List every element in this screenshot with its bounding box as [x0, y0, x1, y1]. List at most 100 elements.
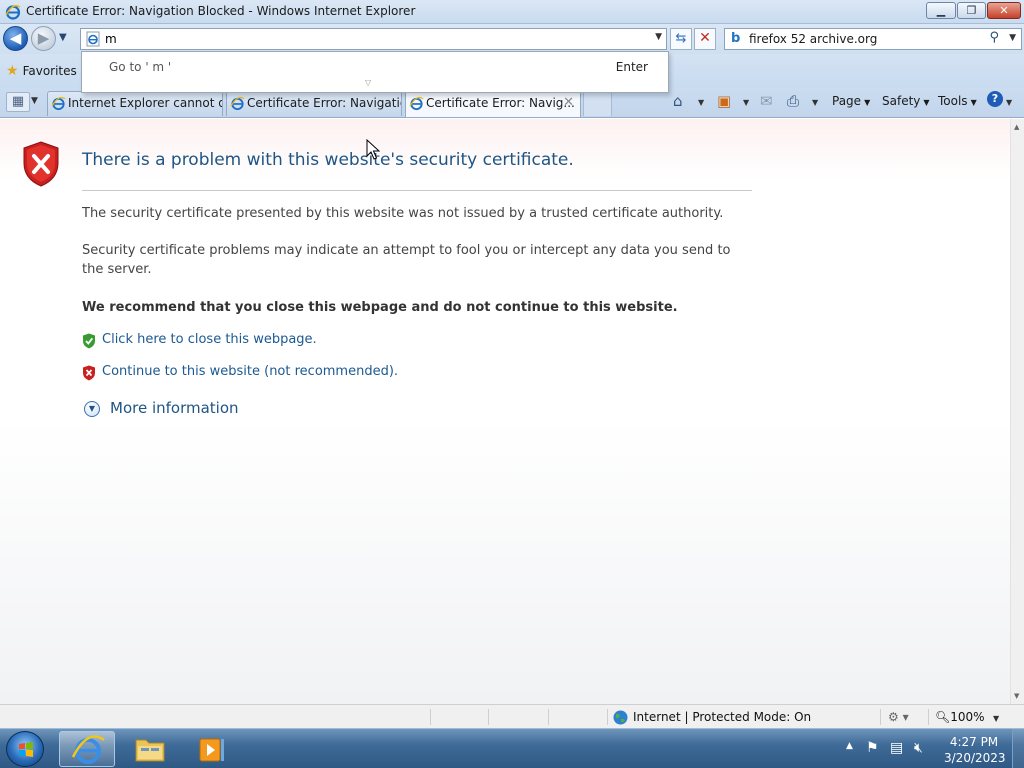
window-title: Certificate Error: Navigation Blocked - …: [26, 4, 416, 18]
network-icon[interactable]: ▤: [890, 740, 903, 756]
taskbar-windows-explorer[interactable]: [122, 731, 178, 767]
compatibility-refresh-button[interactable]: ⇆: [670, 28, 692, 50]
tools-menu-label: Tools: [938, 94, 968, 108]
bing-icon: b: [731, 31, 741, 46]
scroll-down-icon[interactable]: ▼: [1014, 692, 1019, 700]
page-icon: [86, 31, 100, 47]
system-clock[interactable]: 4:27 PM 3/20/2023: [944, 734, 1006, 766]
zoom-level[interactable]: 🔍︎100%: [935, 710, 985, 724]
media-player-icon: [199, 738, 224, 762]
ie-logo-icon: [71, 735, 105, 764]
forward-button[interactable]: ▶: [31, 26, 56, 51]
address-autocomplete: Go to ' m ' Enter ▽: [81, 51, 669, 93]
quick-tabs-icon[interactable]: ▦: [6, 92, 30, 112]
chevron-down-icon: ▼: [84, 401, 100, 417]
scroll-up-icon[interactable]: ▲: [1014, 123, 1019, 131]
more-information-toggle[interactable]: ▼ More information: [84, 399, 264, 421]
ie-logo-icon: [51, 96, 66, 111]
search-icon[interactable]: ⚲: [989, 30, 999, 45]
address-dropdown-icon[interactable]: ▼: [655, 32, 662, 42]
windows-logo-icon: [19, 742, 33, 757]
taskbar-internet-explorer[interactable]: [59, 731, 115, 767]
folder-icon: [135, 739, 165, 762]
mouse-cursor-icon: [366, 139, 380, 160]
start-button[interactable]: [6, 731, 44, 767]
page-content: There is a problem with this website's s…: [0, 119, 1010, 704]
green-shield-check-icon: [83, 333, 95, 349]
maximize-button[interactable]: ❐: [957, 2, 986, 19]
address-bar[interactable]: ▼: [80, 28, 667, 50]
print-icon[interactable]: ⎙: [787, 92, 799, 110]
minimize-button[interactable]: ▁: [926, 2, 956, 19]
vertical-scrollbar[interactable]: ▲ ▼: [1010, 119, 1024, 704]
show-desktop-button[interactable]: [1012, 729, 1024, 768]
page-menu-label: Page: [832, 94, 862, 108]
navigation-bar: ◀ ▶ ▼ ▼ ⇆ ✕ b ⚲ ▼: [0, 24, 1024, 54]
close-window-button[interactable]: ✕: [987, 2, 1021, 19]
taskbar-media-player[interactable]: [184, 731, 240, 767]
zoom-dropdown-icon[interactable]: ▼: [993, 714, 999, 723]
feeds-dropdown-icon[interactable]: ▼: [743, 98, 749, 107]
tools-menu-button[interactable]: Tools ▼: [938, 94, 977, 108]
tab-label: Certificate Error: Navig...: [426, 96, 575, 110]
chevron-down-icon[interactable]: ▽: [365, 78, 371, 87]
search-options-dropdown-icon[interactable]: ▼: [1009, 33, 1016, 43]
show-hidden-icons-icon[interactable]: ▲: [846, 741, 853, 751]
globe-icon: [613, 710, 628, 725]
tab-label: Internet Explorer cannot di...: [68, 96, 222, 110]
divider: [82, 190, 752, 191]
mail-icon[interactable]: ✉: [760, 92, 773, 110]
continue-to-website-link[interactable]: Continue to this website (not recommende…: [102, 364, 398, 379]
taskbar: ▲ ⚑ ▤ 🔇︎ 4:27 PM 3/20/2023: [0, 728, 1024, 768]
ie-logo-icon: [230, 96, 245, 111]
status-bar: Internet | Protected Mode: On ⚙ ▾ 🔍︎100%…: [0, 704, 1024, 728]
feeds-icon[interactable]: ▣: [717, 92, 731, 110]
continue-website-row: Continue to this website (not recommende…: [82, 364, 398, 382]
star-icon: ★: [6, 63, 19, 79]
recommendation-text: We recommend that you close this webpage…: [82, 300, 678, 315]
volume-muted-icon[interactable]: 🔇︎: [914, 740, 923, 756]
shield-error-icon: [23, 141, 59, 187]
favorites-button[interactable]: ★ Favorites: [6, 63, 77, 79]
search-input[interactable]: [749, 31, 979, 47]
status-divider: [880, 709, 881, 725]
print-dropdown-icon[interactable]: ▼: [812, 98, 818, 107]
zoom-value: 100%: [950, 710, 985, 724]
tab-label: Certificate Error: Navigatio...: [247, 96, 402, 110]
tab-certificate-error-1[interactable]: Certificate Error: Navigatio...: [226, 91, 402, 116]
search-box[interactable]: b ⚲ ▼: [724, 28, 1022, 50]
home-icon[interactable]: ⌂: [673, 92, 683, 110]
tab-internet-explorer-cannot-display[interactable]: Internet Explorer cannot di...: [47, 91, 223, 116]
safety-menu-button[interactable]: Safety ▼: [882, 94, 930, 108]
tab-certificate-error-active[interactable]: Certificate Error: Navig... ✕: [405, 91, 581, 117]
ie-logo-icon: [409, 96, 424, 111]
page-title: There is a problem with this website's s…: [82, 150, 574, 170]
status-divider: [488, 709, 489, 725]
recent-pages-dropdown-icon[interactable]: ▼: [59, 32, 67, 43]
new-tab-button[interactable]: [583, 91, 612, 116]
chevron-down-icon: ▼: [970, 98, 977, 107]
status-divider: [548, 709, 549, 725]
title-bar: Certificate Error: Navigation Blocked - …: [0, 0, 1024, 24]
close-tab-icon[interactable]: ✕: [563, 92, 574, 114]
status-divider: [928, 709, 929, 725]
autocomplete-enter-hint: Enter: [615, 60, 648, 74]
security-zone-text[interactable]: Internet | Protected Mode: On: [633, 710, 811, 724]
help-icon[interactable]: ?: [987, 91, 1003, 107]
address-input[interactable]: [105, 31, 645, 47]
help-dropdown-icon[interactable]: ▼: [1006, 98, 1012, 107]
page-menu-button[interactable]: Page ▼: [832, 94, 870, 108]
close-webpage-row: Click here to close this webpage.: [82, 332, 342, 350]
tab-list-dropdown-icon[interactable]: ▼: [31, 96, 38, 106]
action-center-flag-icon[interactable]: ⚑: [866, 740, 879, 756]
addons-icon[interactable]: ⚙ ▾: [888, 710, 909, 724]
status-divider: [607, 709, 608, 725]
autocomplete-goto-item[interactable]: Go to ' m ': [109, 60, 171, 74]
warning-text: Security certificate problems may indica…: [82, 243, 731, 277]
explanation-text: The security certificate presented by th…: [82, 206, 724, 221]
close-webpage-link[interactable]: Click here to close this webpage.: [102, 332, 317, 347]
stop-button[interactable]: ✕: [694, 28, 716, 50]
home-dropdown-icon[interactable]: ▼: [698, 98, 704, 107]
back-button[interactable]: ◀: [3, 26, 28, 51]
chevron-down-icon: ▼: [864, 98, 871, 107]
